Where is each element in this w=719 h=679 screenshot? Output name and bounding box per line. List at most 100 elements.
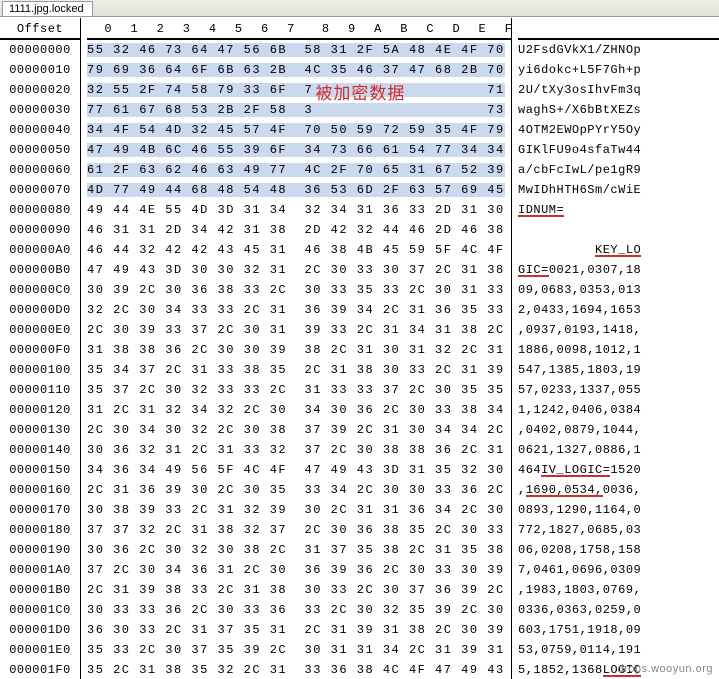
ascii-cell[interactable]: U2FsdGVkX1/ZHNOp xyxy=(518,40,719,60)
ascii-cell[interactable]: KEY_LO xyxy=(518,240,719,260)
hex-cell[interactable]: 46 44 32 42 42 43 45 31 46 38 4B 45 59 5… xyxy=(87,240,511,260)
offset-cell: 00000080 xyxy=(0,200,80,220)
ascii-cell[interactable]: GIC=0021,0307,18 xyxy=(518,260,719,280)
hex-cell[interactable]: 2C 30 39 33 37 2C 30 31 39 33 2C 31 34 3… xyxy=(87,320,511,340)
hex-viewer: Offset0000000000000010000000200000003000… xyxy=(0,18,719,679)
ascii-cell[interactable]: ,1690,0534,0036, xyxy=(518,480,719,500)
ascii-column: U2FsdGVkX1/ZHNOpyi6dokc+L5F7Gh+p2U/tXy3o… xyxy=(512,18,719,679)
offset-cell: 00000150 xyxy=(0,460,80,480)
offset-cell: 000001E0 xyxy=(0,640,80,660)
offset-cell: 00000130 xyxy=(0,420,80,440)
hex-cell[interactable]: 32 55 2F 74 58 79 33 6F 7 71 被加密数据 xyxy=(87,80,511,100)
offset-cell: 00000100 xyxy=(0,360,80,380)
offset-cell: 00000120 xyxy=(0,400,80,420)
marker-underline: KEY_LO xyxy=(595,243,641,257)
hex-cell[interactable]: 4D 77 49 44 68 48 54 48 36 53 6D 2F 63 5… xyxy=(87,180,511,200)
ascii-cell[interactable]: waghS+/X6bBtXEZs xyxy=(518,100,719,120)
hex-cell[interactable]: 35 37 2C 30 32 33 33 2C 31 33 33 37 2C 3… xyxy=(87,380,511,400)
file-tab[interactable]: 1111.jpg.locked xyxy=(2,1,93,16)
offset-cell: 000001B0 xyxy=(0,580,80,600)
hex-cell[interactable]: 55 32 46 73 64 47 56 6B 58 31 2F 5A 48 4… xyxy=(87,40,511,60)
offset-header: Offset xyxy=(0,20,80,40)
ascii-cell[interactable]: 547,1385,1803,19 xyxy=(518,360,719,380)
offset-cell: 00000030 xyxy=(0,100,80,120)
ascii-cell[interactable]: 57,0233,1337,055 xyxy=(518,380,719,400)
marker-underline: IV_LOGIC= xyxy=(541,463,610,477)
ascii-cell[interactable]: 4OTM2EWOpPYrY5Oy xyxy=(518,120,719,140)
offset-cell: 00000000 xyxy=(0,40,80,60)
offset-cell: 000000F0 xyxy=(0,340,80,360)
ascii-cell[interactable]: 1886,0098,1012,1 xyxy=(518,340,719,360)
hex-column: 0 1 2 3 4 5 6 7 8 9 A B C D E F55 32 46 … xyxy=(81,18,511,679)
hex-cell[interactable]: 32 2C 30 34 33 33 2C 31 36 39 34 2C 31 3… xyxy=(87,300,511,320)
hex-cell[interactable]: 49 44 4E 55 4D 3D 31 34 32 34 31 36 33 2… xyxy=(87,200,511,220)
ascii-cell[interactable]: yi6dokc+L5F7Gh+p xyxy=(518,60,719,80)
hex-cell[interactable]: 30 33 33 36 2C 30 33 36 33 2C 30 32 35 3… xyxy=(87,600,511,620)
ascii-cell[interactable] xyxy=(518,220,719,240)
ascii-cell[interactable]: ,0937,0193,1418, xyxy=(518,320,719,340)
ascii-cell[interactable]: 06,0208,1758,158 xyxy=(518,540,719,560)
offset-cell: 000000E0 xyxy=(0,320,80,340)
offset-cell: 00000160 xyxy=(0,480,80,500)
offset-cell: 00000060 xyxy=(0,160,80,180)
hex-cell[interactable]: 31 2C 31 32 34 32 2C 30 34 30 36 2C 30 3… xyxy=(87,400,511,420)
offset-cell: 00000020 xyxy=(0,80,80,100)
hex-cell[interactable]: 36 30 33 2C 31 37 35 31 2C 31 39 31 38 2… xyxy=(87,620,511,640)
ascii-cell[interactable]: 0336,0363,0259,0 xyxy=(518,600,719,620)
ascii-cell[interactable]: 603,1751,1918,09 xyxy=(518,620,719,640)
offset-cell: 00000140 xyxy=(0,440,80,460)
watermark: drops.wooyun.org xyxy=(618,663,713,675)
offset-cell: 000001A0 xyxy=(0,560,80,580)
marker-underline: IDNUM= xyxy=(518,203,564,217)
offset-cell: 00000050 xyxy=(0,140,80,160)
hex-cell[interactable]: 47 49 43 3D 30 30 32 31 2C 30 33 30 37 2… xyxy=(87,260,511,280)
ascii-cell[interactable]: 772,1827,0685,03 xyxy=(518,520,719,540)
hex-cell[interactable]: 31 38 38 36 2C 30 30 39 38 2C 31 30 31 3… xyxy=(87,340,511,360)
offset-cell: 00000180 xyxy=(0,520,80,540)
hex-cell[interactable]: 2C 30 34 30 32 2C 30 38 37 39 2C 31 30 3… xyxy=(87,420,511,440)
ascii-cell[interactable]: 53,0759,0114,191 xyxy=(518,640,719,660)
hex-cell[interactable]: 2C 31 36 39 30 2C 30 35 33 34 2C 30 30 3… xyxy=(87,480,511,500)
ascii-cell[interactable]: 2U/tXy3osIhvFm3q xyxy=(518,80,719,100)
hex-cell[interactable]: 30 38 39 33 2C 31 32 39 30 2C 31 31 36 3… xyxy=(87,500,511,520)
hex-cell[interactable]: 35 34 37 2C 31 33 38 35 2C 31 38 30 33 2… xyxy=(87,360,511,380)
ascii-cell[interactable]: a/cbFcIwL/pe1gR9 xyxy=(518,160,719,180)
ascii-cell[interactable]: 0621,1327,0886,1 xyxy=(518,440,719,460)
ascii-cell[interactable]: ,0402,0879,1044, xyxy=(518,420,719,440)
hex-cell[interactable]: 77 61 67 68 53 2B 2F 58 3 73 xyxy=(87,100,511,120)
ascii-header xyxy=(518,20,719,40)
ascii-cell[interactable]: GIKlFU9o4sfaTw44 xyxy=(518,140,719,160)
ascii-cell[interactable]: 0893,1290,1164,0 xyxy=(518,500,719,520)
ascii-cell[interactable]: IDNUM= xyxy=(518,200,719,220)
offset-cell: 00000040 xyxy=(0,120,80,140)
ascii-cell[interactable]: 09,0683,0353,013 xyxy=(518,280,719,300)
hex-cell[interactable]: 37 37 32 2C 31 38 32 37 2C 30 36 38 35 2… xyxy=(87,520,511,540)
hex-cell[interactable]: 46 31 31 2D 34 42 31 38 2D 42 32 44 46 2… xyxy=(87,220,511,240)
hex-cell[interactable]: 79 69 36 64 6F 6B 63 2B 4C 35 46 37 47 6… xyxy=(87,60,511,80)
ascii-cell[interactable]: 1,1242,0406,0384 xyxy=(518,400,719,420)
hex-cell[interactable]: 34 36 34 49 56 5F 4C 4F 47 49 43 3D 31 3… xyxy=(87,460,511,480)
hex-header: 0 1 2 3 4 5 6 7 8 9 A B C D E F xyxy=(87,20,511,40)
ascii-cell[interactable]: 464IV_LOGIC=1520 xyxy=(518,460,719,480)
offset-cell: 00000190 xyxy=(0,540,80,560)
hex-cell[interactable]: 61 2F 63 62 46 63 49 77 4C 2F 70 65 31 6… xyxy=(87,160,511,180)
hex-cell[interactable]: 35 33 2C 30 37 35 39 2C 30 31 31 34 2C 3… xyxy=(87,640,511,660)
offset-cell: 00000070 xyxy=(0,180,80,200)
hex-cell[interactable]: 47 49 4B 6C 46 55 39 6F 34 73 66 61 54 7… xyxy=(87,140,511,160)
hex-cell[interactable]: 2C 31 39 38 33 2C 31 38 30 33 2C 30 37 3… xyxy=(87,580,511,600)
marker-underline: 1690,0534, xyxy=(526,483,603,497)
ascii-cell[interactable]: MwIDhHTH6Sm/cWiE xyxy=(518,180,719,200)
hex-cell[interactable]: 30 39 2C 30 36 38 33 2C 30 33 35 33 2C 3… xyxy=(87,280,511,300)
offset-cell: 000000B0 xyxy=(0,260,80,280)
offset-column: Offset0000000000000010000000200000003000… xyxy=(0,18,80,679)
hex-cell[interactable]: 34 4F 54 4D 32 45 57 4F 70 50 59 72 59 3… xyxy=(87,120,511,140)
hex-cell[interactable]: 37 2C 30 34 36 31 2C 30 36 39 36 2C 30 3… xyxy=(87,560,511,580)
ascii-cell[interactable]: 7,0461,0696,0309 xyxy=(518,560,719,580)
hex-cell[interactable]: 30 36 2C 30 32 30 38 2C 31 37 35 38 2C 3… xyxy=(87,540,511,560)
ascii-cell[interactable]: ,1983,1803,0769, xyxy=(518,580,719,600)
offset-cell: 000001F0 xyxy=(0,660,80,679)
hex-cell[interactable]: 35 2C 31 38 35 32 2C 31 33 36 38 4C 4F 4… xyxy=(87,660,511,679)
tab-bar: 1111.jpg.locked xyxy=(0,0,719,17)
ascii-cell[interactable]: 2,0433,1694,1653 xyxy=(518,300,719,320)
hex-cell[interactable]: 30 36 32 31 2C 31 33 32 37 2C 30 38 38 3… xyxy=(87,440,511,460)
